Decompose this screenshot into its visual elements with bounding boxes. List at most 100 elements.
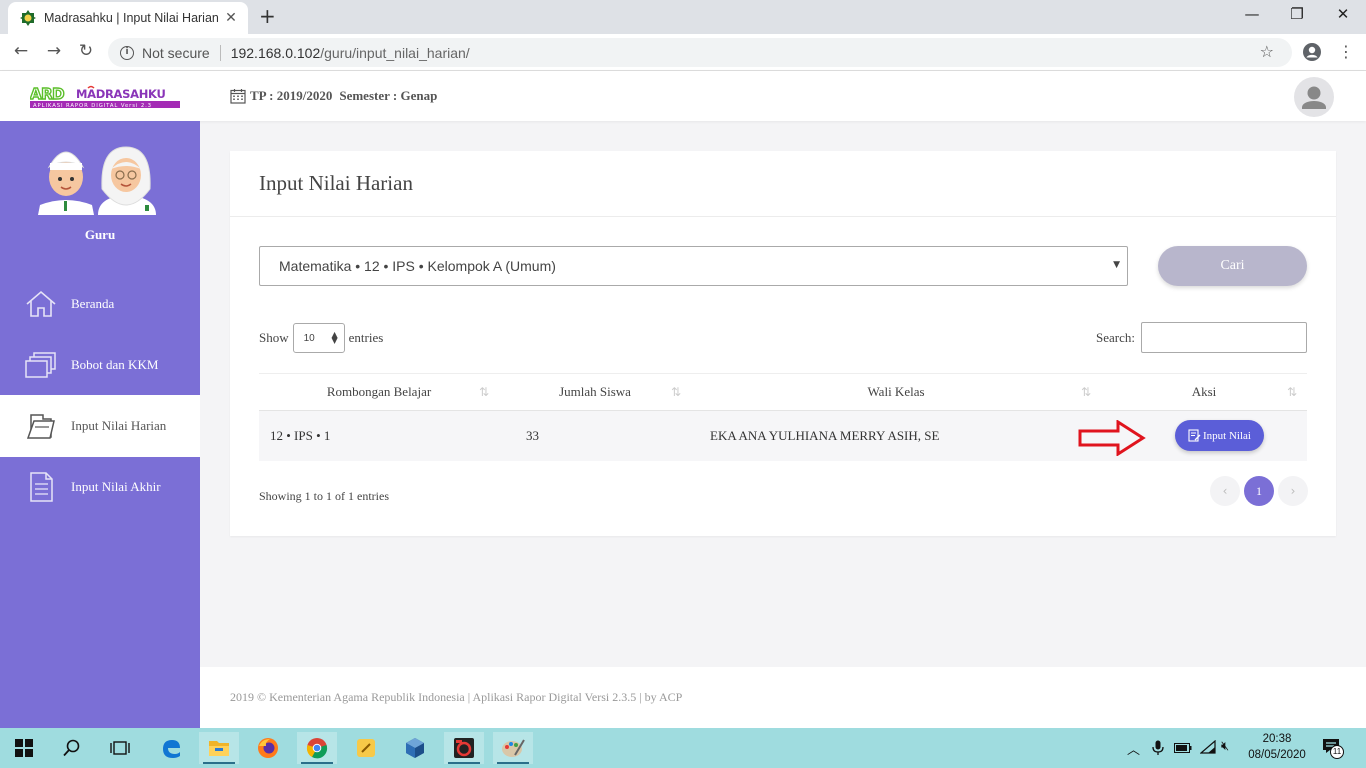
reload-icon[interactable]: ↻ xyxy=(74,41,98,61)
guru-illustration-icon xyxy=(38,146,156,215)
pagination-next-button[interactable]: › xyxy=(1278,476,1308,506)
column-header-rombel[interactable]: Rombongan Belajar ⇅ xyxy=(259,374,499,410)
system-clock[interactable]: 20:38 08/05/2020 xyxy=(1246,731,1308,763)
cell-jumlah-siswa: 33 xyxy=(526,428,539,443)
app-header: ARD MADRASAHKU APLIKASI RAPOR DIGITAL Ve… xyxy=(0,71,1366,121)
virtualbox-icon[interactable] xyxy=(395,732,435,764)
pagination-page-1[interactable]: 1 xyxy=(1244,476,1274,506)
svg-text:APLIKASI RAPOR DIGITAL Versi 2: APLIKASI RAPOR DIGITAL Versi 2.3 xyxy=(33,103,152,109)
windows-start-icon[interactable] xyxy=(4,732,44,764)
semester-label: Semester : Genap xyxy=(339,88,438,103)
table-search: Search: xyxy=(1096,322,1307,353)
notification-count-badge: 11 xyxy=(1330,745,1344,759)
star-icon[interactable]: ☆ xyxy=(1260,42,1274,61)
sort-icon: ⇅ xyxy=(670,385,681,399)
input-nilai-button[interactable]: Input Nilai xyxy=(1175,420,1264,451)
tab-close-icon[interactable]: ✕ xyxy=(222,10,240,26)
user-avatar-icon xyxy=(1302,86,1326,109)
tray-chevron-up-icon[interactable]: ︿ xyxy=(1127,739,1140,758)
info-icon[interactable]: i xyxy=(120,45,134,60)
paint-icon[interactable] xyxy=(493,732,533,764)
card-divider xyxy=(230,216,1336,217)
home-icon xyxy=(26,290,56,317)
sidebar-item-label: Input Nilai Harian xyxy=(71,418,167,433)
edit-document-icon xyxy=(1188,429,1201,442)
entries-length-control: Show 10 ▲ ▼ entries xyxy=(259,323,383,353)
chrome-icon[interactable] xyxy=(297,732,337,764)
browser-menu-icon[interactable]: ⋮ xyxy=(1338,42,1354,61)
volume-muted-icon[interactable]: 🔇︎ xyxy=(1221,739,1229,754)
battery-icon[interactable] xyxy=(1174,742,1192,754)
sort-icon: ⇅ xyxy=(1080,385,1091,399)
microphone-icon[interactable] xyxy=(1152,740,1164,756)
user-avatar[interactable] xyxy=(1294,77,1334,117)
search-input[interactable] xyxy=(1140,322,1307,353)
column-header-aksi[interactable]: Aksi ⇅ xyxy=(1101,374,1307,410)
input-nilai-card: Input Nilai Harian Matematika • 12 • IPS… xyxy=(230,151,1336,536)
window-restore-button[interactable]: ❐ xyxy=(1282,5,1312,23)
column-header-jumlah-siswa[interactable]: Jumlah Siswa ⇅ xyxy=(499,374,691,410)
folder-icon xyxy=(26,414,55,439)
sticky-notes-icon[interactable] xyxy=(346,732,386,764)
column-header-label: Aksi xyxy=(1191,384,1217,399)
profile-icon[interactable] xyxy=(1302,42,1322,62)
new-tab-button[interactable]: + xyxy=(259,4,276,28)
browser-toolbar: ← → ↻ i Not secure 192.168.0.102/guru/in… xyxy=(0,34,1366,71)
table-info: Showing 1 to 1 of 1 entries xyxy=(259,489,389,503)
recording-app-icon[interactable] xyxy=(444,732,484,764)
academic-period-info: TP : 2019/2020 Semester : Genap xyxy=(230,88,437,104)
cari-button[interactable]: Cari xyxy=(1158,246,1307,286)
sidebar-item-label: Input Nilai Akhir xyxy=(71,479,161,494)
notification-center-icon[interactable]: 11 xyxy=(1322,738,1344,759)
task-view-icon[interactable] xyxy=(100,732,140,764)
sidebar-item-label: Bobot dan KKM xyxy=(71,357,159,372)
entries-select-value: 10 xyxy=(303,332,315,344)
forward-arrow-icon[interactable]: → xyxy=(42,41,66,61)
wifi-icon[interactable] xyxy=(1200,740,1216,754)
input-nilai-button-label: Input Nilai xyxy=(1203,429,1251,442)
window-minimize-button[interactable]: — xyxy=(1237,5,1267,23)
cell-aksi: Input Nilai xyxy=(1078,411,1307,461)
search-icon[interactable] xyxy=(52,732,92,764)
app-footer: 2019 © Kementerian Agama Republik Indone… xyxy=(200,667,1366,728)
omnibox-divider xyxy=(219,44,221,61)
browser-tab-strip: Madrasahku | Input Nilai Harian | Madras… xyxy=(0,0,1366,34)
entries-label: entries xyxy=(348,330,384,345)
cell-wali-kelas: EKA ANA YULHIANA MERRY ASIH, SE xyxy=(710,428,940,443)
svg-text:ARD: ARD xyxy=(30,85,64,103)
address-bar[interactable]: i Not secure 192.168.0.102/guru/input_ni… xyxy=(108,38,1292,67)
sidebar-item-input-nilai-akhir[interactable]: Input Nilai Akhir xyxy=(0,456,200,518)
entries-select[interactable]: 10 ▲ ▼ xyxy=(292,323,345,353)
ard-madrasahku-logo[interactable]: ARD MADRASAHKU APLIKASI RAPOR DIGITAL Ve… xyxy=(30,85,180,109)
column-header-wali-kelas[interactable]: Wali Kelas ⇅ xyxy=(691,374,1101,410)
firefox-icon[interactable] xyxy=(248,732,288,764)
mapel-select-value: Matematika • 12 • IPS • Kelompok A (Umum… xyxy=(279,258,556,274)
column-header-label: Jumlah Siswa xyxy=(559,384,631,399)
footer-copyright: 2019 © Kementerian Agama Republik Indone… xyxy=(230,690,683,704)
pagination-prev-button[interactable]: ‹ xyxy=(1210,476,1240,506)
security-label: Not secure xyxy=(142,44,210,61)
clock-time: 20:38 xyxy=(1262,733,1292,745)
edge-browser-icon[interactable] xyxy=(151,732,191,764)
user-role-label: Guru xyxy=(84,227,116,242)
table-row: 12 • IPS • 1 33 EKA ANA YULHIANA MERRY A… xyxy=(259,411,1307,461)
red-arrow-annotation-icon xyxy=(1078,420,1146,456)
page-title: Input Nilai Harian xyxy=(259,171,413,195)
madrasah-favicon-icon xyxy=(20,10,36,26)
file-explorer-icon[interactable] xyxy=(199,732,239,764)
mapel-select[interactable]: Matematika • 12 • IPS • Kelompok A (Umum… xyxy=(259,246,1128,286)
main-content: Input Nilai Harian Matematika • 12 • IPS… xyxy=(200,121,1366,667)
windows-taskbar: ︿ 🔇︎ 20:38 08/05/2020 11 xyxy=(0,728,1366,768)
url-path: /guru/input_nilai_harian/ xyxy=(320,44,470,61)
rombel-table: Rombongan Belajar ⇅ Jumlah Siswa ⇅ Wali … xyxy=(259,373,1307,461)
column-header-label: Wali Kelas xyxy=(867,384,925,399)
browser-tab[interactable]: Madrasahku | Input Nilai Harian | Madras… xyxy=(8,2,248,34)
sidebar-item-bobot-kkm[interactable]: Bobot dan KKM xyxy=(0,334,200,396)
window-close-button[interactable]: ✕ xyxy=(1328,5,1358,23)
back-arrow-icon[interactable]: ← xyxy=(9,41,33,61)
sidebar-item-beranda[interactable]: Beranda xyxy=(0,273,200,335)
svg-text:MADRASAHKU: MADRASAHKU xyxy=(76,87,166,101)
show-label: Show xyxy=(259,330,289,345)
updown-icon: ▲ ▼ xyxy=(331,330,338,345)
sidebar-item-input-nilai-harian[interactable]: Input Nilai Harian xyxy=(0,395,200,457)
